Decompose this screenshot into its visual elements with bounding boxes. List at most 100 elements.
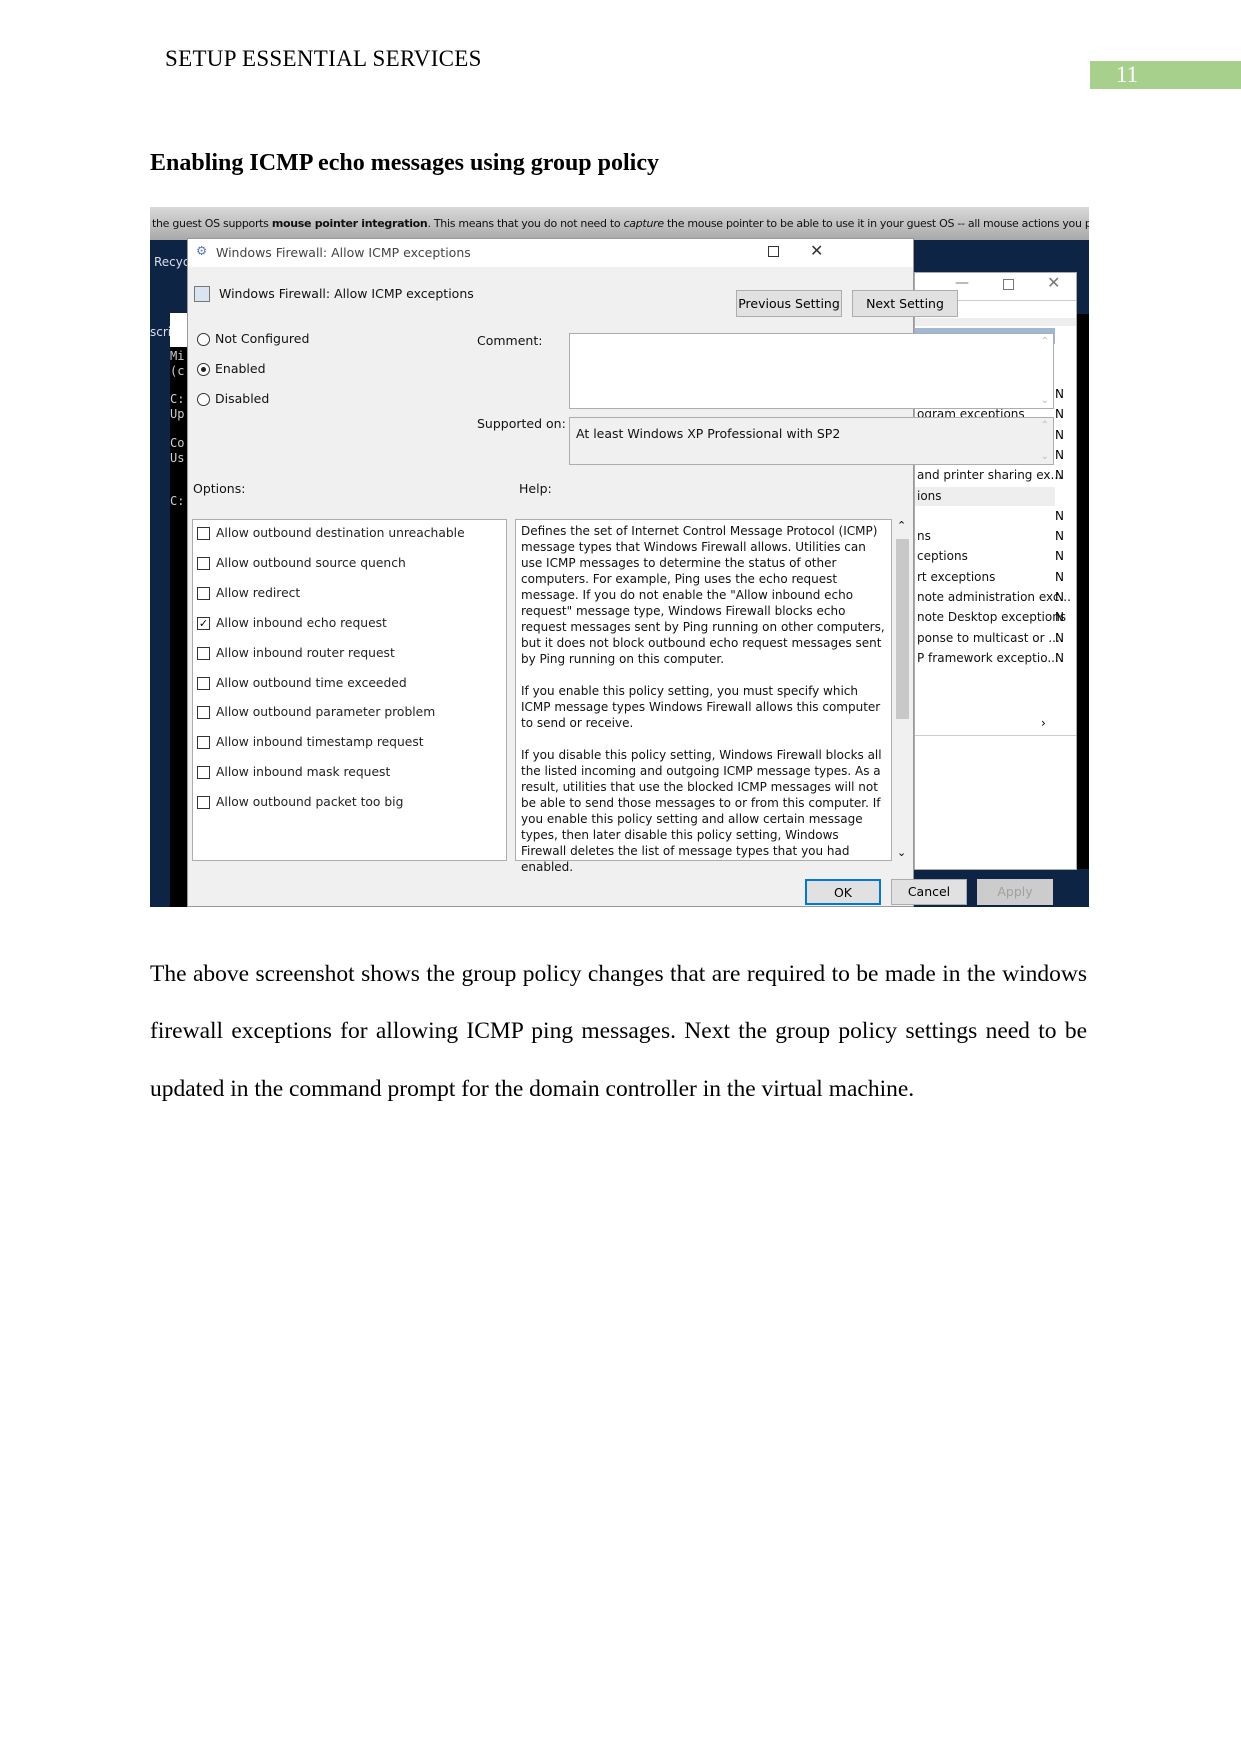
console-line: Us [170, 451, 185, 465]
option-label: Allow inbound mask request [216, 765, 391, 780]
policy-state: N [1055, 387, 1064, 401]
policy-state: N [1055, 610, 1064, 625]
console-line: C: [170, 494, 185, 508]
help-label: Help: [519, 481, 552, 496]
close-icon[interactable]: ✕ [1047, 273, 1060, 292]
policy-list-item[interactable]: ns [917, 529, 931, 543]
option-label: Allow outbound destination unreachable [216, 526, 465, 540]
checkbox-icon[interactable] [197, 736, 210, 750]
setting-title: Windows Firewall: Allow ICMP exceptions [219, 286, 474, 301]
policy-state: N [1055, 407, 1064, 422]
page-number: 11 [1116, 62, 1139, 87]
section-heading: Enabling ICMP echo messages using group … [150, 150, 659, 176]
policy-list-item[interactable]: ponse to multicast or ... [917, 631, 1060, 645]
help-text: Defines the set of Internet Control Mess… [521, 524, 885, 874]
help-text-box: Defines the set of Internet Control Mess… [515, 519, 892, 874]
minimize-icon[interactable]: — [955, 275, 969, 291]
previous-setting-button[interactable]: Previous Setting [736, 290, 842, 317]
apply-button[interactable]: Apply [977, 879, 1053, 905]
scroll-up-icon[interactable]: ⌃ [897, 519, 906, 532]
policy-state: N [1055, 427, 1064, 442]
policy-list-item[interactable]: and printer sharing ex... [917, 468, 1062, 482]
close-icon[interactable]: ✕ [810, 241, 823, 260]
console-line: Co [170, 436, 185, 450]
console-window: Mi (c C: Up Co Us C: [170, 347, 187, 907]
scroll-up-icon: ⌃ [1040, 420, 1049, 431]
scroll-up-icon[interactable]: ⌃ [1041, 336, 1049, 347]
ok-button[interactable]: OK [805, 879, 881, 905]
checkbox-icon[interactable] [197, 646, 210, 660]
option-label: Allow outbound source quench [216, 555, 406, 570]
supported-on-field: At least Windows XP Professional with SP… [569, 417, 1054, 465]
help-scrollbar[interactable]: ⌃ ⌄ [893, 519, 911, 861]
policy-state: N [1055, 590, 1064, 604]
option-label: Allow outbound packet too big [216, 795, 404, 810]
scroll-down-icon[interactable]: ⌄ [897, 846, 906, 859]
radio-button-icon[interactable] [197, 393, 210, 406]
option-label: Allow outbound time exceeded [216, 675, 407, 690]
recycle-bin-label: Recyc [154, 255, 190, 269]
policy-state: N [1055, 447, 1064, 462]
console-line: Mi [170, 349, 185, 363]
scroll-right-icon[interactable]: › [1041, 716, 1046, 730]
options-list: Allow outbound destination unreachable Al… [192, 519, 507, 861]
policy-state: N [1055, 549, 1064, 564]
policy-list-item[interactable]: ceptions [917, 549, 968, 563]
next-setting-button[interactable]: Next Setting [852, 290, 958, 317]
console-line: C: [170, 392, 185, 406]
dialog-title: Windows Firewall: Allow ICMP exceptions [216, 245, 471, 260]
maximize-icon[interactable] [1003, 279, 1014, 290]
radio-label: Disabled [215, 391, 270, 406]
console-titlebar [170, 313, 187, 347]
supported-on-label: Supported on: [477, 416, 566, 431]
maximize-icon[interactable] [768, 246, 779, 257]
policy-list-item[interactable]: P framework exceptio... [917, 651, 1059, 665]
option-label: Allow redirect [216, 585, 301, 600]
policy-state: N [1055, 650, 1064, 665]
option-label: Allow inbound router request [216, 645, 395, 660]
console-line: (c [170, 364, 185, 378]
scroll-down-icon[interactable]: ⌄ [1041, 395, 1049, 406]
policy-state: N [1055, 468, 1064, 483]
policy-state: N [1055, 569, 1064, 584]
radio-button-icon[interactable] [197, 363, 210, 376]
option-label: Allow inbound echo request [216, 615, 387, 630]
policy-dialog: ⚙ Windows Firewall: Allow ICMP exception… [187, 238, 1054, 907]
vm-notice-bar: the guest OS supports mouse pointer inte… [150, 207, 1089, 240]
console-line: Up [170, 407, 185, 421]
comment-label: Comment: [477, 333, 543, 348]
scroll-thumb[interactable] [896, 539, 909, 719]
checkbox-icon[interactable] [197, 766, 210, 780]
screenshot: the guest OS supports mouse pointer inte… [150, 207, 1089, 907]
checkbox-icon[interactable] [197, 706, 210, 720]
policy-state: N [1055, 508, 1064, 523]
setting-icon [194, 286, 210, 302]
policy-state: N [1055, 630, 1064, 645]
comment-input[interactable]: ⌃ ⌄ [569, 333, 1054, 409]
checkbox-icon[interactable] [197, 556, 210, 570]
options-label: Options: [193, 481, 246, 496]
radio-label: Enabled [215, 361, 266, 376]
checkbox-icon[interactable] [197, 796, 210, 810]
running-header: SETUP ESSENTIAL SERVICES [165, 46, 482, 71]
scroll-down-icon: ⌄ [1040, 451, 1049, 462]
body-paragraph: The above screenshot shows the group pol… [150, 961, 1087, 1102]
checkbox-icon[interactable] [197, 676, 210, 690]
policy-list-item[interactable]: note Desktop exceptions [917, 610, 1066, 624]
checkbox-icon[interactable] [197, 527, 210, 540]
option-label: Allow inbound timestamp request [216, 735, 424, 750]
dialog-titlebar: ⚙ Windows Firewall: Allow ICMP exception… [188, 239, 913, 267]
radio-label: Not Configured [215, 331, 310, 346]
checkbox-icon[interactable] [197, 586, 210, 600]
policy-icon: ⚙ [196, 243, 208, 258]
policy-list-item[interactable]: rt exceptions [917, 570, 995, 584]
desktop-label: scri [150, 325, 172, 339]
radio-button-icon[interactable] [197, 333, 210, 346]
policy-state: N [1055, 529, 1064, 544]
cancel-button[interactable]: Cancel [891, 879, 967, 905]
page-number-box: 11 [1090, 61, 1241, 89]
option-label: Allow outbound parameter problem [216, 705, 436, 720]
policy-list-item[interactable]: ions [917, 489, 942, 503]
policy-list-item[interactable]: note administration exc... [917, 590, 1071, 604]
checkbox-icon[interactable]: ✓ [197, 616, 210, 630]
